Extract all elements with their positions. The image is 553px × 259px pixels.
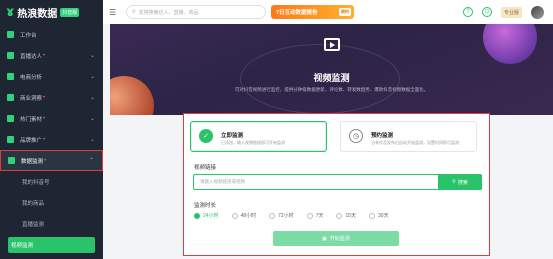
power-icon[interactable]: ⏻ xyxy=(481,7,492,17)
duration-option-label: 48小时 xyxy=(240,213,257,219)
duration-option[interactable]: 72小时 xyxy=(269,212,294,219)
duration-option[interactable]: 15天 xyxy=(336,212,356,219)
duration-option-label: 7天 xyxy=(315,213,324,219)
sidebar-item-6[interactable]: 数据监测 • ⌃ xyxy=(0,150,103,171)
avatar[interactable] xyxy=(531,5,544,19)
sidebar: ɤ 热浪数据 抖音版 工作台 直播达人 • ⌄ 电商分析 ⌄ 商业洞察 • ⌄ 热门素材 • ⌄ 品牌推… xyxy=(0,0,103,259)
sidebar-item-icon xyxy=(8,157,15,164)
topbar-right: ? ⏻ 专业版 xyxy=(462,5,547,19)
sidebar-item-label: 热门素材 xyxy=(20,116,43,123)
search-button[interactable]: ⚲ 搜索 xyxy=(438,174,482,190)
topbar: ☰ ⚲ 支持搜索达人、直播、商品 7日互动数据报告 限时 ? ⏻ 专业版 xyxy=(103,0,553,24)
logo-icon: ɤ xyxy=(6,4,15,20)
search-placeholder: 支持搜索达人、直播、商品 xyxy=(138,9,199,16)
monitor-icon: ▣ xyxy=(322,235,327,242)
new-dot: • xyxy=(43,52,46,59)
planet-right-decoration xyxy=(483,24,537,64)
sidebar-subitem-3[interactable]: 视频监测 xyxy=(8,237,95,253)
version-badge[interactable]: 抖音版 xyxy=(60,7,80,17)
promo-tag: 限时 xyxy=(339,8,351,16)
sidebar-subitem-1[interactable]: 我的商品 xyxy=(0,192,103,213)
sidebar-item-0[interactable]: 工作台 xyxy=(0,24,103,45)
duration-option-label: 72小时 xyxy=(278,213,294,219)
duration-options: 24小时 48小时 72小时 7天 15天 30天 xyxy=(194,212,389,219)
duration-label: 监测时长 xyxy=(194,203,217,209)
sidebar-item-4[interactable]: 热门素材 • ⌄ xyxy=(0,108,103,129)
sidebar-item-label: 工作台 xyxy=(20,32,37,39)
search-button-label: 搜索 xyxy=(457,179,468,186)
card-desc: 已添加，输入视频链接即可开始监测 xyxy=(221,140,285,145)
page-title: 视频监测 xyxy=(313,73,350,83)
sidebar-nav: 工作台 直播达人 • ⌄ 电商分析 ⌄ 商业洞察 • ⌄ 热门素材 • ⌄ 品牌推广 • ⌄ 数据监测 • ⌃ xyxy=(0,24,103,171)
clock-icon: ◷ xyxy=(349,129,363,143)
promo-banner[interactable]: 7日互动数据报告 限时 xyxy=(271,5,354,19)
sidebar-subitem-2[interactable]: 直播监测 xyxy=(0,213,103,234)
duration-option-label: 15天 xyxy=(345,213,357,219)
scheduled-monitor-card[interactable]: ◷ 预约监测 当有作品发布后自动开始监测，设置时间即可监测 xyxy=(340,121,477,152)
sidebar-item-icon xyxy=(7,31,14,38)
chevron-up-icon: ⌃ xyxy=(88,158,94,164)
duration-option[interactable]: 30天 xyxy=(369,212,389,219)
sidebar-item-icon xyxy=(7,94,14,101)
logo-text: 热浪数据 xyxy=(17,8,58,20)
duration-option-label: 30天 xyxy=(378,213,389,219)
chevron-down-icon: ⌄ xyxy=(89,53,95,59)
chevron-down-icon: ⌄ xyxy=(89,95,95,101)
sidebar-item-3[interactable]: 商业洞察 • ⌄ xyxy=(0,87,103,108)
sidebar-item-icon xyxy=(7,115,14,122)
sidebar-subnav: 我的抖音号 我的商品 直播监测视频监测 xyxy=(0,171,103,253)
url-label: 视频链接 xyxy=(194,165,217,171)
card-desc: 当有作品发布后自动开始监测，设置时间即可监测 xyxy=(371,140,459,145)
sidebar-item-label: 电商分析 xyxy=(20,74,43,81)
new-dot: • xyxy=(44,157,47,164)
url-input[interactable]: 请输入视频链接或视频 xyxy=(194,179,438,185)
duration-option[interactable]: 48小时 xyxy=(231,212,257,219)
check-icon: ✓ xyxy=(199,129,213,143)
start-button-label: 开始监测 xyxy=(329,236,350,242)
sidebar-item-icon xyxy=(7,52,14,59)
radio-icon xyxy=(231,212,238,219)
sidebar-item-2[interactable]: 电商分析 ⌄ xyxy=(0,66,103,87)
card-title: 预约监测 xyxy=(371,133,394,139)
monitor-form-panel: ✓ 立即监测 已添加，输入视频链接即可开始监测 ◷ 预约监测 当有作品发布后自动… xyxy=(183,113,490,256)
promo-label: 7日互动数据报告 xyxy=(276,10,318,16)
radio-icon xyxy=(369,212,376,219)
new-dot: • xyxy=(43,115,46,122)
sidebar-item-label: 品牌推广 xyxy=(20,137,43,144)
search-icon: ⚲ xyxy=(132,9,136,15)
radio-icon xyxy=(306,212,313,219)
duration-option[interactable]: 7天 xyxy=(306,212,324,219)
radio-icon xyxy=(336,212,343,219)
sidebar-item-label: 商业洞察 xyxy=(20,95,43,102)
sidebar-item-icon xyxy=(7,73,14,80)
chevron-down-icon: ⌄ xyxy=(89,137,95,143)
start-monitor-button[interactable]: ▣ 开始监测 xyxy=(273,231,399,246)
duration-option-label: 24小时 xyxy=(203,213,219,219)
immediate-monitor-card[interactable]: ✓ 立即监测 已添加，输入视频链接即可开始监测 xyxy=(190,121,327,152)
sidebar-item-icon xyxy=(7,136,14,143)
duration-option[interactable]: 24小时 xyxy=(194,212,219,219)
member-badge[interactable]: 专业版 xyxy=(500,6,522,18)
logo[interactable]: ɤ 热浪数据 抖音版 xyxy=(0,0,103,24)
sidebar-subitem-0[interactable]: 我的抖音号 xyxy=(0,171,103,192)
page-subtitle: 可对抖音视频进行监控，提供分钟级数据更新，评论数、转发数趋势、爆款抖音视频数据全… xyxy=(234,87,429,92)
new-dot: • xyxy=(43,94,46,101)
sidebar-item-label: 直播达人 xyxy=(20,53,43,60)
new-dot: • xyxy=(43,136,46,143)
sidebar-item-1[interactable]: 直播达人 • ⌄ xyxy=(0,45,103,66)
sidebar-item-label: 数据监测 xyxy=(21,158,44,165)
radio-icon xyxy=(269,212,276,219)
url-input-row: 请输入视频链接或视频 ⚲ 搜索 xyxy=(193,174,482,190)
sidebar-item-5[interactable]: 品牌推广 • ⌄ xyxy=(0,129,103,150)
menu-icon[interactable]: ☰ xyxy=(109,8,119,17)
tv-icon xyxy=(324,38,340,51)
search-input[interactable]: ⚲ 支持搜索达人、直播、商品 xyxy=(126,5,266,19)
search-icon: ⚲ xyxy=(452,179,456,185)
radio-icon xyxy=(194,212,200,219)
help-icon[interactable]: ? xyxy=(462,7,473,17)
hero-banner: 视频监测 可对抖音视频进行监控，提供分钟级数据更新，评论数、转发数趋势、爆款抖音… xyxy=(110,24,553,115)
chevron-down-icon: ⌄ xyxy=(89,74,95,80)
chevron-down-icon: ⌄ xyxy=(89,116,95,122)
card-title: 立即监测 xyxy=(221,133,244,139)
